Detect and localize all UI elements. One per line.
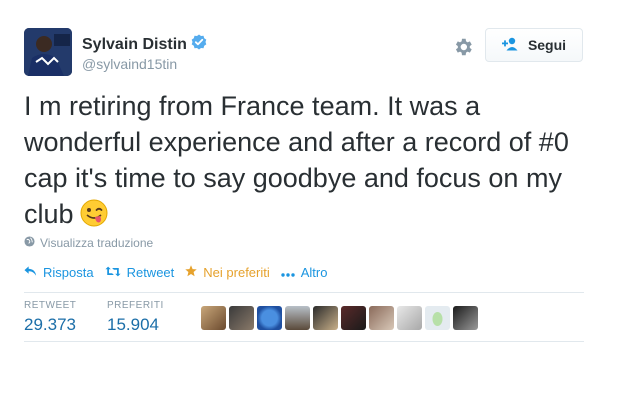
author-name[interactable]: Sylvain Distin <box>82 36 187 54</box>
follow-button-label: Segui <box>527 37 567 53</box>
follow-button[interactable]: Segui <box>485 28 583 62</box>
reply-button[interactable]: Risposta <box>24 265 94 280</box>
retweet-label: Retweet <box>126 265 175 280</box>
favoriter-avatar[interactable] <box>285 306 310 330</box>
divider-top <box>24 292 584 293</box>
favoriter-avatar[interactable] <box>369 306 394 330</box>
retweet-button[interactable]: Retweet <box>105 265 175 280</box>
favoriter-avatar[interactable] <box>397 306 422 330</box>
author-avatar[interactable] <box>24 28 72 76</box>
author-name-row[interactable]: Sylvain Distin <box>82 34 207 55</box>
reply-label: Risposta <box>43 265 94 280</box>
favoriter-avatar[interactable] <box>257 306 282 330</box>
verified-badge-icon <box>191 34 207 55</box>
tweet-actions: Risposta Retweet Nei preferiti Altro <box>24 265 338 280</box>
favorite-stat-value: 15.904 <box>107 315 159 334</box>
tweet-text: I m retiring from France team. It was a … <box>24 88 594 236</box>
favoriter-avatar[interactable] <box>341 306 366 330</box>
favorite-stat[interactable]: PREFERITI 15.904 <box>107 300 164 335</box>
reply-icon <box>24 265 37 280</box>
favoriter-avatar[interactable] <box>201 306 226 330</box>
more-button[interactable]: Altro <box>281 265 328 280</box>
more-label: Altro <box>300 265 328 280</box>
divider-bottom <box>24 341 584 342</box>
author-handle[interactable]: @sylvaind15tin <box>82 56 177 72</box>
favorite-stat-label: PREFERITI <box>107 300 164 311</box>
favoriter-avatar[interactable] <box>313 306 338 330</box>
retweet-icon <box>105 265 121 280</box>
favorite-label: Nei preferiti <box>203 265 270 280</box>
translate-link[interactable]: Visualizza traduzione <box>24 236 153 250</box>
retweet-stat-label: RETWEET <box>24 300 77 311</box>
retweet-stat-value: 29.373 <box>24 315 76 334</box>
gear-icon[interactable] <box>452 36 474 58</box>
favoriter-avatar[interactable] <box>229 306 254 330</box>
globe-icon <box>24 236 35 250</box>
add-user-icon <box>501 37 520 54</box>
winking-face-with-tongue-icon <box>80 199 108 236</box>
favoriter-avatar[interactable] <box>425 306 450 330</box>
retweet-stat[interactable]: RETWEET 29.373 <box>24 300 76 335</box>
star-icon <box>185 265 197 280</box>
favoriter-avatar[interactable] <box>453 306 478 330</box>
more-dots-icon <box>281 265 295 280</box>
translate-label: Visualizza traduzione <box>40 236 154 250</box>
favorite-button[interactable]: Nei preferiti <box>185 265 270 280</box>
favoriters-avatars <box>201 306 478 330</box>
